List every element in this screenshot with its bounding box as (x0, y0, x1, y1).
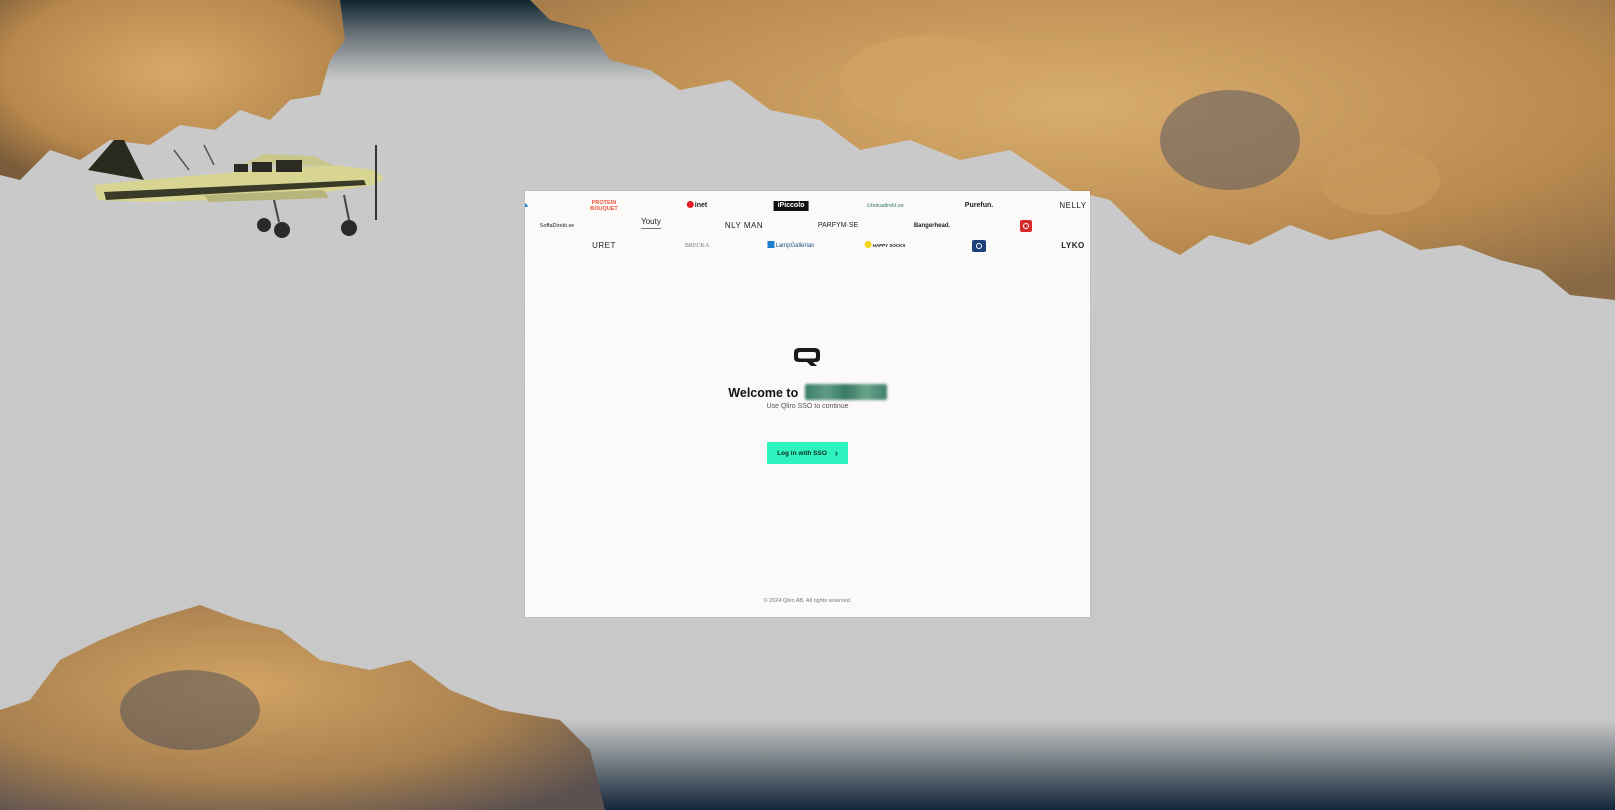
brand-logo-ipiccolo: iPiccolo (773, 201, 809, 211)
brand-logo-row: SoffaDirekt.se Youty NLY MAN PARFYM·SE B… (525, 216, 1090, 234)
copyright-footer: © 2024 Qliro AB. All rights reserved. (763, 598, 852, 604)
smiley-icon (864, 241, 872, 248)
brand-logo-uret: URET (592, 241, 616, 250)
welcome-heading: Welcome to (525, 384, 1090, 400)
brand-logo-lampgallerian: LampGallerian (767, 238, 815, 254)
brand-logo-soffadirekt: SoffaDirekt.se (539, 223, 575, 229)
brand-logo-partial: ▲ (525, 202, 530, 209)
brand-logo-inet: inet (686, 198, 707, 214)
brand-logo-row: URET BRECKA LampGallerian HAPPY SOCKS LY… (525, 238, 1090, 254)
brand-logo-nelly: NELLY (1059, 201, 1087, 210)
subtitle: Use Qliro SSO to continue (766, 403, 849, 410)
brand-logo-purefun: Purefun. (964, 202, 994, 209)
brand-logo-bokadirekt: ⊙bokadirekt.se (866, 203, 904, 209)
lamp-square-icon (767, 241, 775, 248)
brand-logo-red-icon (1020, 220, 1032, 232)
brand-logo-blue-icon (972, 240, 986, 252)
airplane-illustration (88, 140, 384, 238)
brand-logo-happy-socks: HAPPY SOCKS (864, 238, 905, 254)
redacted-app-name (804, 384, 887, 400)
inet-dot-icon (686, 201, 694, 208)
qliro-logo-icon (794, 348, 820, 366)
brand-logo-parfym: PARFYM·SE (817, 222, 859, 229)
brand-logo-bangerhead: Bangerhead. (913, 223, 951, 229)
login-card: ▲ PROTEIN BOUQUET inet iPiccolo ⊙bokadir… (525, 191, 1090, 617)
brand-logo-lyko: LYKO (1061, 241, 1085, 250)
cloud-bottom-left (0, 605, 605, 810)
brand-logo-row: ▲ PROTEIN BOUQUET inet iPiccolo ⊙bokadir… (525, 198, 1090, 214)
log-in-with-sso-button[interactable]: Log in with SSO › (767, 442, 848, 464)
brand-logo-youty: Youty (641, 216, 661, 229)
brand-logo-brecka: BRECKA (684, 243, 710, 249)
sso-button-label: Log in with SSO (777, 449, 827, 457)
chevron-right-icon: › (834, 447, 838, 458)
brand-logo-nly-man: NLY MAN (724, 221, 764, 230)
brand-logo-protein-bouquet: PROTEIN BOUQUET (590, 200, 618, 212)
welcome-text: Welcome to (728, 386, 799, 400)
